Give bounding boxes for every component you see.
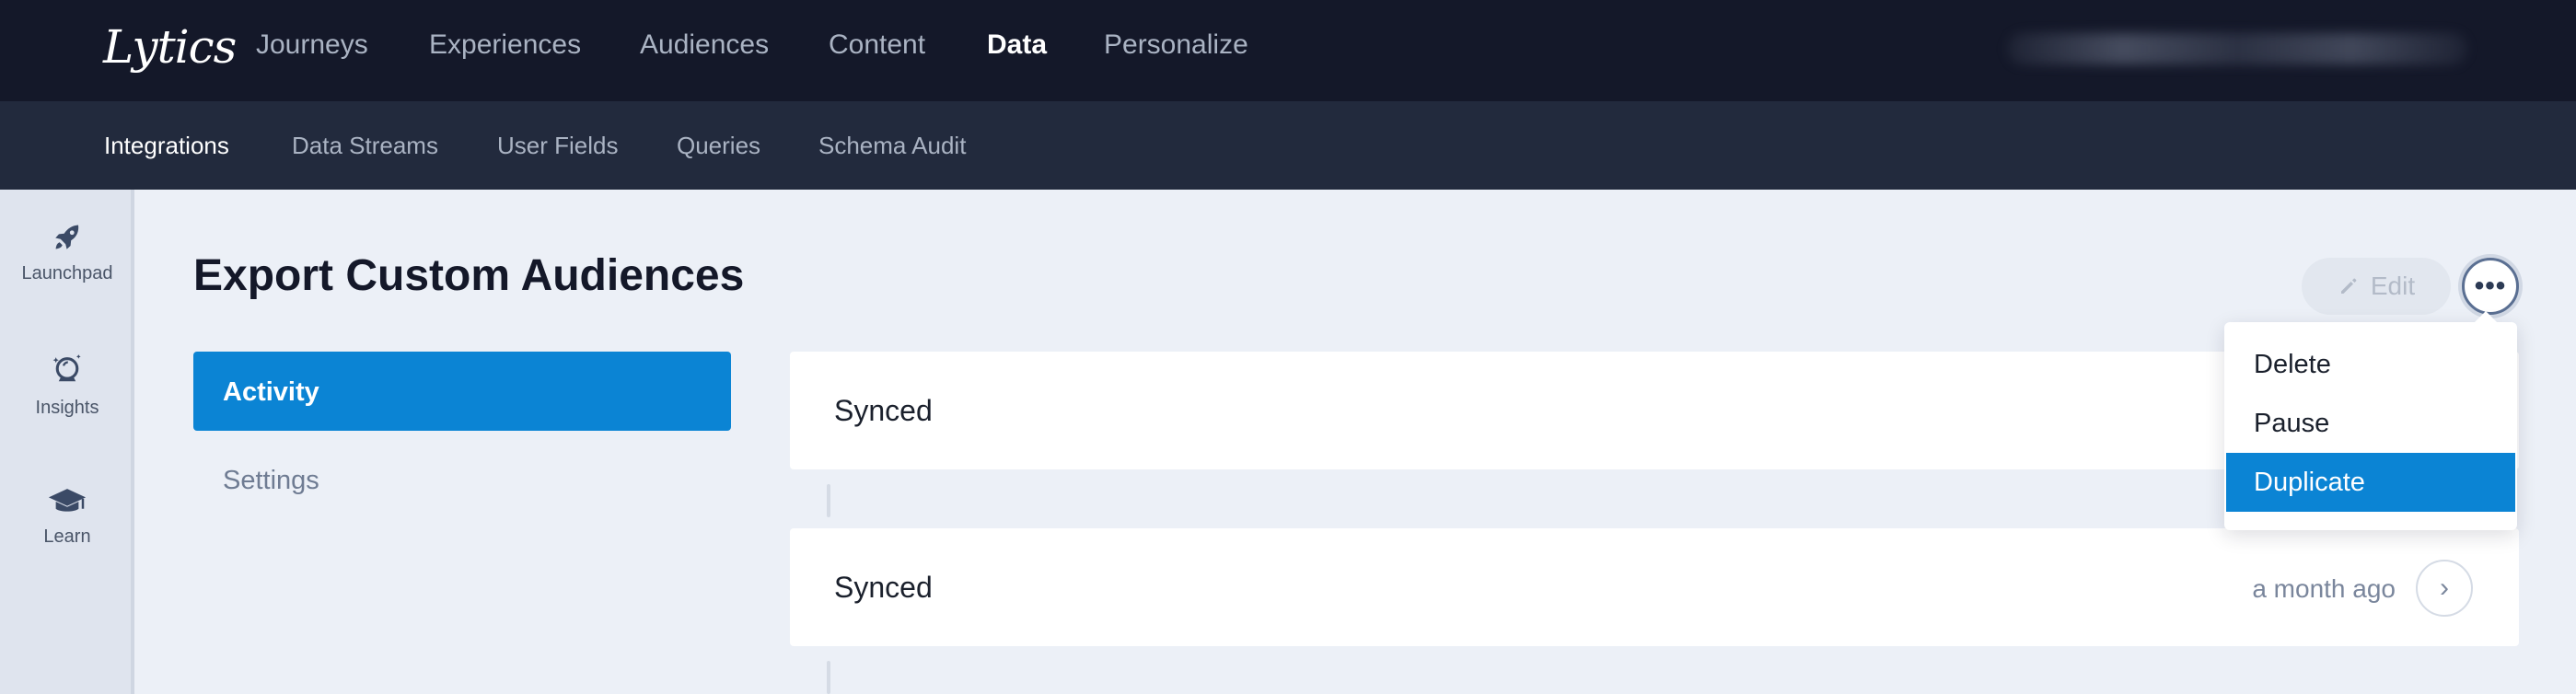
rail-item-insights[interactable]: Insights [0, 352, 134, 419]
activity-title: Synced [834, 394, 933, 427]
tab-settings[interactable]: Settings [223, 466, 319, 496]
top-nav: Lytics Journeys Experiences Audiences Co… [0, 0, 2576, 101]
pencil-icon [2340, 278, 2357, 294]
edit-button[interactable]: Edit [2302, 258, 2451, 315]
rail-item-launchpad[interactable]: Launchpad [0, 221, 134, 284]
menu-item-pause[interactable]: Pause [2224, 394, 2517, 453]
nav-journeys[interactable]: Journeys [256, 29, 368, 61]
tab-activity-label: Activity [223, 377, 319, 407]
more-options-button[interactable]: ••• [2462, 258, 2519, 315]
menu-item-delete[interactable]: Delete [2224, 335, 2517, 394]
sub-nav: Integrations Data Streams User Fields Qu… [0, 101, 2576, 190]
more-options-menu: Delete Pause Duplicate [2224, 311, 2517, 530]
ellipsis-icon: ••• [2474, 271, 2507, 301]
rocket-icon [55, 225, 79, 249]
subnav-user-fields[interactable]: User Fields [497, 132, 618, 160]
subnav-integrations[interactable]: Integrations [104, 132, 229, 160]
left-rail: Launchpad Insights Learn [0, 190, 134, 694]
subnav-data-streams[interactable]: Data Streams [292, 132, 438, 160]
crystal-ball-icon [52, 354, 81, 382]
activity-title: Synced [834, 571, 933, 604]
graduation-cap-icon [48, 489, 87, 512]
rail-item-learn[interactable]: Learn [0, 486, 134, 548]
edit-button-label: Edit [2370, 272, 2416, 300]
menu-item-duplicate[interactable]: Duplicate [2226, 453, 2515, 512]
page-title: Export Custom Audiences [193, 251, 745, 300]
timeline-connector [827, 484, 830, 517]
nav-content[interactable]: Content [829, 29, 925, 61]
nav-experiences[interactable]: Experiences [429, 29, 581, 61]
rail-label-learn: Learn [43, 526, 91, 547]
rail-label-insights: Insights [35, 398, 99, 418]
activity-item[interactable]: Synced a month ago › [790, 528, 2519, 646]
timeline-connector [827, 661, 830, 694]
nav-personalize[interactable]: Personalize [1104, 29, 1248, 61]
subnav-queries[interactable]: Queries [677, 132, 760, 160]
rail-label-launchpad: Launchpad [21, 263, 113, 283]
activity-timestamp: a month ago [2252, 574, 2396, 603]
chevron-right-icon[interactable]: › [2416, 560, 2473, 617]
lytics-logo[interactable]: Lytics [103, 20, 237, 74]
nav-audiences[interactable]: Audiences [640, 29, 769, 61]
subnav-schema-audit[interactable]: Schema Audit [818, 132, 966, 160]
user-account-menu[interactable] [2007, 33, 2467, 64]
nav-data[interactable]: Data [987, 29, 1047, 61]
tab-activity[interactable]: Activity [193, 352, 731, 431]
